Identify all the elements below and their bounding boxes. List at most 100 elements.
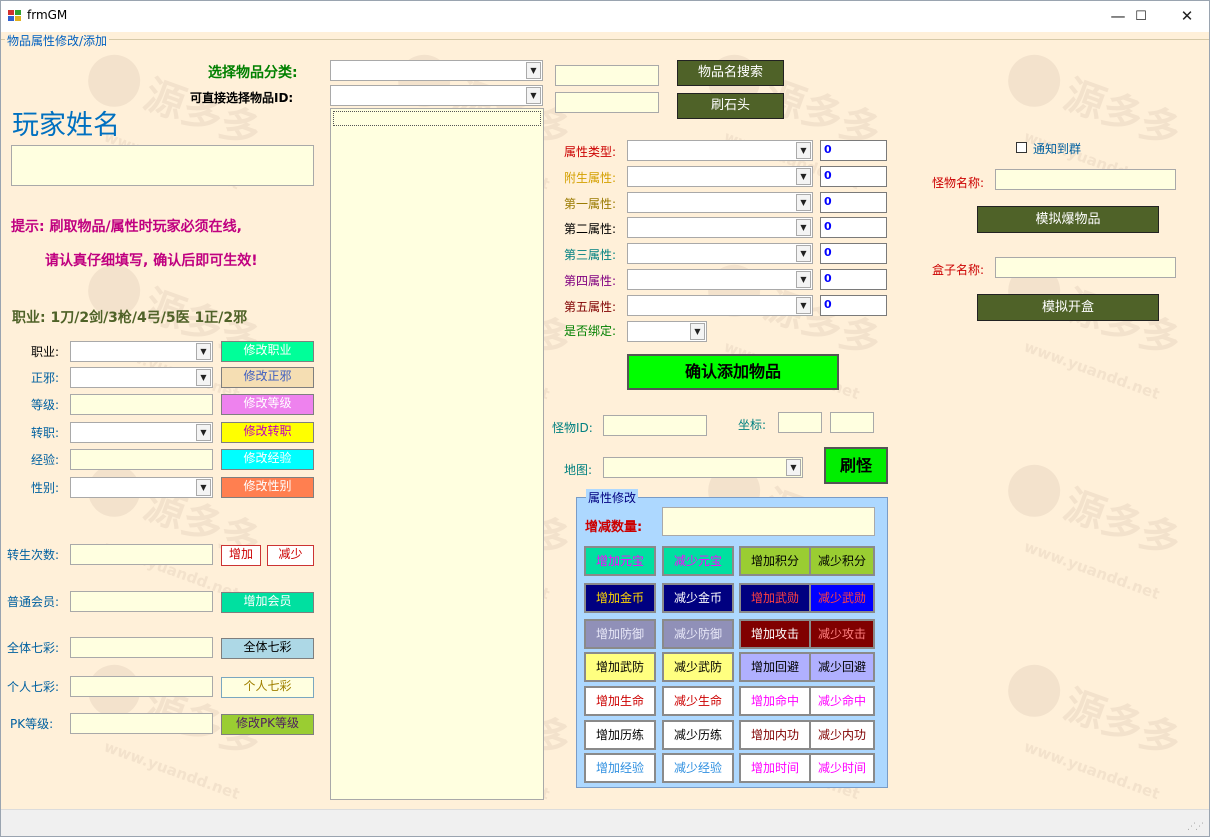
maximize-button[interactable]: ☐	[1118, 1, 1164, 32]
simulate-drop-button[interactable]: 模拟爆物品	[977, 206, 1159, 233]
left-row-button[interactable]: 修改正邪	[221, 367, 314, 388]
attribute-value-input[interactable]: 0	[820, 140, 887, 161]
property-button[interactable]: 减少武勋	[809, 583, 875, 613]
notify-checkbox[interactable]	[1016, 142, 1027, 153]
attribute-value-input[interactable]: 0	[820, 269, 887, 290]
attribute-select[interactable]: ▼	[627, 165, 813, 187]
property-button[interactable]: 增加命中	[739, 686, 811, 716]
rebirth-sub-button[interactable]: 减少	[267, 545, 314, 566]
attribute-value-input[interactable]: 0	[820, 165, 887, 187]
player-name-label: 玩家姓名	[12, 110, 120, 141]
property-button[interactable]: 增加积分	[739, 546, 811, 576]
left-row-button[interactable]: 修改等级	[221, 394, 314, 415]
left-row-label: 转职:	[31, 426, 60, 440]
left-row-button[interactable]: 修改转职	[221, 422, 314, 443]
left-row-button[interactable]: 修改性别	[221, 477, 314, 498]
property-button[interactable]: 增加回避	[739, 652, 811, 682]
left-row-button[interactable]: 修改职业	[221, 341, 314, 362]
all-color-input[interactable]	[70, 637, 213, 658]
property-panel: 属性修改 增减数量: 增加元宝 减少元宝 增加积分 减少积分 增加金币 减少金币 增加武勋减…	[576, 489, 888, 788]
watermark-mark: 源多多www.yuandd.net	[1008, 264, 1186, 403]
property-button[interactable]: 增加生命	[584, 686, 656, 716]
property-button[interactable]: 增加元宝	[584, 546, 656, 576]
spawn-monster-button[interactable]: 刷怪	[824, 447, 888, 484]
left-row-input[interactable]	[70, 449, 213, 470]
member-input[interactable]	[70, 591, 213, 612]
coord-y-input[interactable]	[830, 412, 874, 433]
property-button[interactable]: 减少历练	[662, 720, 734, 750]
property-button[interactable]: 增加内功	[739, 720, 811, 750]
self-color-button[interactable]: 个人七彩	[221, 677, 314, 698]
close-button[interactable]: ✕	[1164, 1, 1210, 32]
pk-level-button[interactable]: 修改PK等级	[221, 714, 314, 735]
attribute-select[interactable]: ▼	[627, 140, 813, 161]
property-button[interactable]: 增加防御	[584, 619, 656, 649]
left-row-select[interactable]: ▼	[70, 422, 213, 443]
property-button[interactable]: 增加武勋	[739, 583, 811, 613]
property-button[interactable]: 增加历练	[584, 720, 656, 750]
app-window: frmGM — ☐ ✕ 源多多www.yuandd.net源多多www.yuan…	[0, 0, 1210, 837]
property-button[interactable]: 减少生命	[662, 686, 734, 716]
title-bar[interactable]: frmGM — ☐ ✕	[1, 1, 1209, 32]
property-button[interactable]: 减少经验	[662, 753, 734, 783]
stone-button[interactable]: 刷石头	[677, 93, 784, 119]
attribute-value-input[interactable]: 0	[820, 243, 887, 265]
attribute-select[interactable]: ▼	[627, 294, 813, 316]
left-row-input[interactable]	[70, 394, 213, 415]
property-button[interactable]: 减少时间	[809, 753, 875, 783]
monster-id-input[interactable]	[603, 415, 707, 436]
attribute-select[interactable]: ▼	[627, 269, 813, 290]
left-row-select[interactable]: ▼	[70, 367, 213, 388]
property-button[interactable]: 减少金币	[662, 583, 734, 613]
simulate-open-box-button[interactable]: 模拟开盒	[977, 294, 1159, 321]
chevron-down-icon: ▼	[690, 323, 705, 340]
attribute-value-input[interactable]: 0	[820, 191, 887, 213]
item-list[interactable]	[330, 108, 544, 800]
rebirth-input[interactable]	[70, 544, 213, 565]
left-row-button[interactable]: 修改经验	[221, 449, 314, 470]
pk-input[interactable]	[70, 713, 213, 734]
property-button[interactable]: 增加时间	[739, 753, 811, 783]
all-color-button[interactable]: 全体七彩	[221, 638, 314, 659]
property-button[interactable]: 减少积分	[809, 546, 875, 576]
left-row-select[interactable]: ▼	[70, 341, 213, 362]
property-button[interactable]: 减少命中	[809, 686, 875, 716]
attribute-value-input[interactable]: 0	[820, 294, 887, 316]
left-row-select[interactable]: ▼	[70, 477, 213, 498]
property-button[interactable]: 减少攻击	[809, 619, 875, 649]
attribute-select[interactable]: ▼	[627, 243, 813, 265]
property-button[interactable]: 增加武防	[584, 652, 656, 682]
property-button[interactable]: 减少内功	[809, 720, 875, 750]
attribute-select[interactable]: ▼	[627, 217, 813, 239]
property-button[interactable]: 增加金币	[584, 583, 656, 613]
bind-select[interactable]: ▼	[627, 321, 707, 342]
item-name-input[interactable]	[555, 65, 659, 86]
tip-line-1: 提示: 刷取物品/属性时玩家必须在线,	[11, 219, 242, 235]
category-select[interactable]: ▼	[330, 60, 543, 81]
property-button[interactable]: 增加攻击	[739, 619, 811, 649]
box-name-input[interactable]	[995, 257, 1176, 278]
list-item-focus[interactable]	[333, 111, 541, 126]
property-button[interactable]: 减少防御	[662, 619, 734, 649]
property-button[interactable]: 减少元宝	[662, 546, 734, 576]
resize-grip-icon[interactable]: ⋰⋰	[1187, 822, 1204, 832]
coord-x-input[interactable]	[778, 412, 822, 433]
property-button[interactable]: 减少武防	[662, 652, 734, 682]
coord-label: 坐标:	[738, 418, 767, 432]
amount-input[interactable]	[662, 507, 875, 536]
rebirth-add-button[interactable]: 增加	[221, 545, 261, 566]
stone-input[interactable]	[555, 92, 659, 113]
map-select[interactable]: ▼	[603, 457, 803, 478]
item-id-select[interactable]: ▼	[330, 85, 543, 106]
property-button[interactable]: 增加经验	[584, 753, 656, 783]
attribute-value-input[interactable]: 0	[820, 217, 887, 239]
search-item-button[interactable]: 物品名搜索	[677, 60, 784, 86]
self-color-input[interactable]	[70, 676, 213, 697]
player-name-input[interactable]	[11, 145, 314, 186]
confirm-add-item-button[interactable]: 确认添加物品	[627, 354, 839, 390]
monster-name-input[interactable]	[995, 169, 1176, 190]
add-member-button[interactable]: 增加会员	[221, 592, 314, 613]
property-button[interactable]: 减少回避	[809, 652, 875, 682]
chevron-down-icon: ▼	[796, 142, 811, 159]
attribute-select[interactable]: ▼	[627, 191, 813, 213]
